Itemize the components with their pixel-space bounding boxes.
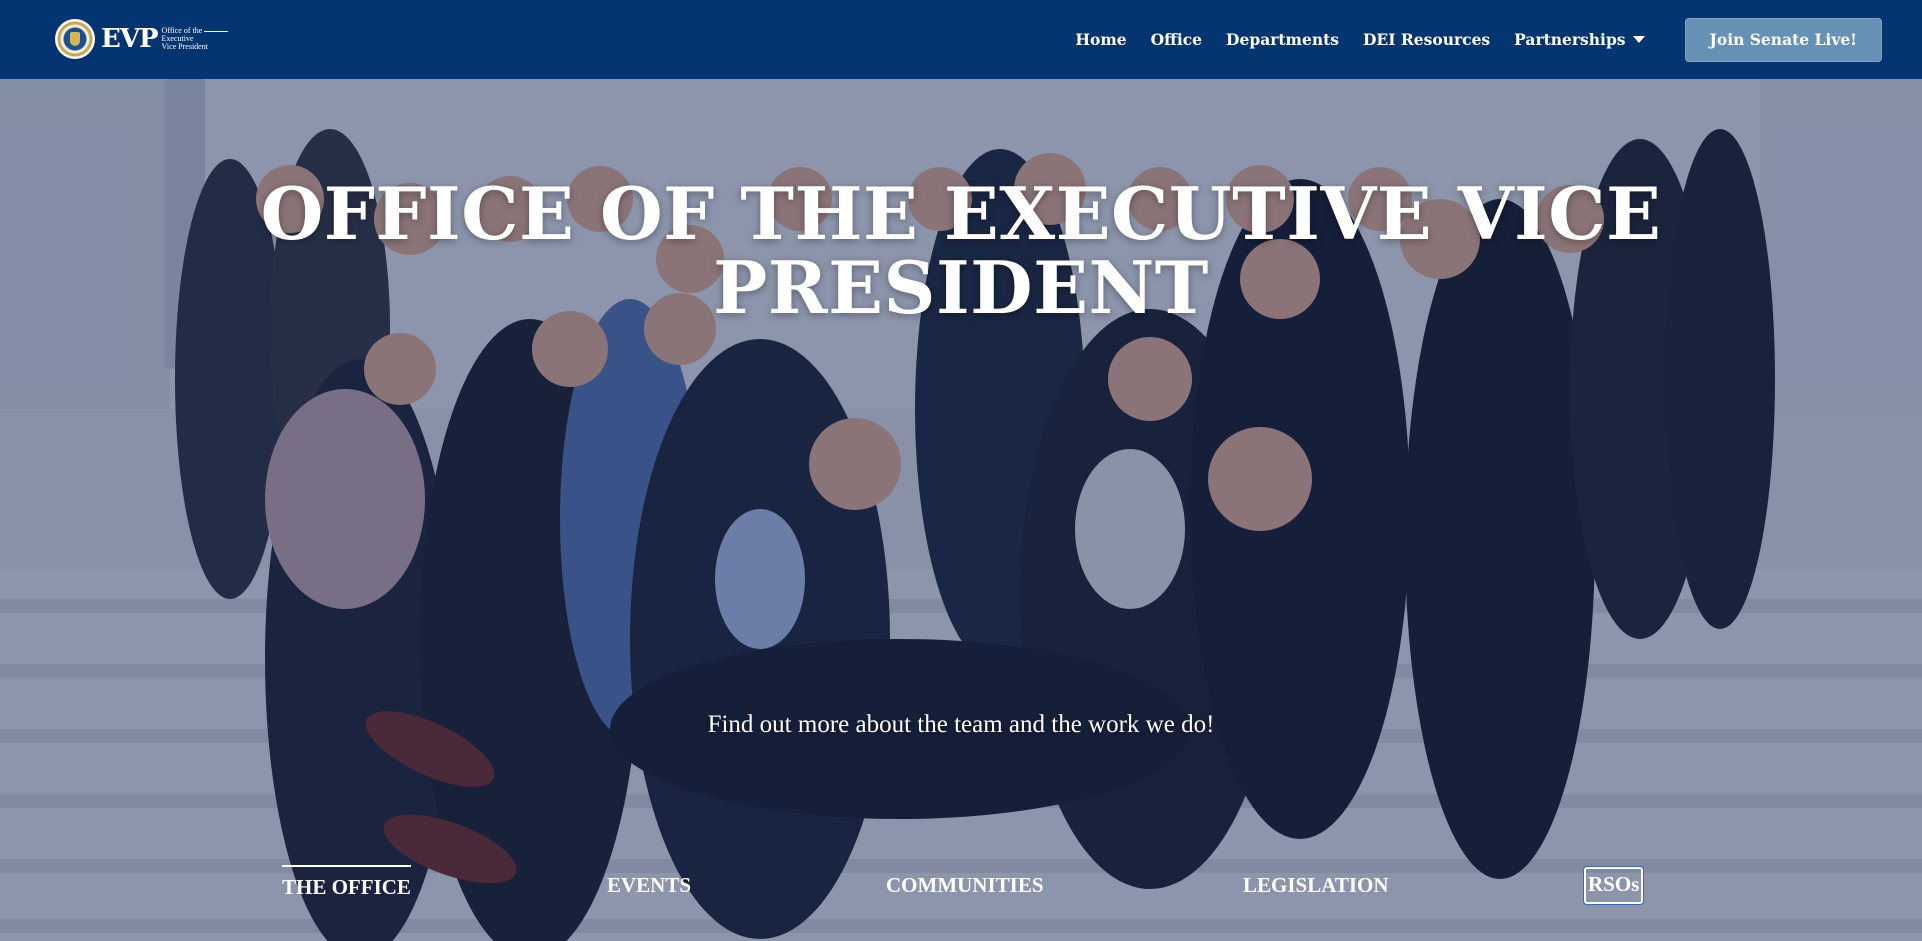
section-tabs: THE OFFICE EVENTS COMMUNITIES LEGISLATIO… <box>0 865 1922 925</box>
nav-office[interactable]: Office <box>1151 30 1202 49</box>
hero-section: OFFICE OF THE EXECUTIVE VICE PRESIDENT F… <box>0 79 1922 941</box>
nav-departments[interactable]: Departments <box>1226 30 1339 49</box>
tab-communities[interactable]: COMMUNITIES <box>886 865 1044 898</box>
seal-icon <box>55 19 95 59</box>
tab-the-office[interactable]: THE OFFICE <box>282 865 411 900</box>
tab-rsos[interactable]: RSOs <box>1582 866 1645 905</box>
hero-subtitle: Find out more about the team and the wor… <box>707 711 1215 738</box>
main-nav: Home Office Departments DEI Resources Pa… <box>1075 0 1922 79</box>
evp-logo[interactable]: EVP Office of the Executive Vice Preside… <box>55 18 229 60</box>
site-header: EVP Office of the Executive Vice Preside… <box>0 0 1922 79</box>
nav-dei-resources[interactable]: DEI Resources <box>1363 30 1490 49</box>
nav-home[interactable]: Home <box>1075 30 1126 49</box>
nav-partnerships[interactable]: Partnerships <box>1514 30 1645 49</box>
hero-title: OFFICE OF THE EXECUTIVE VICE PRESIDENT <box>0 177 1922 325</box>
logo-sub-line-3: Vice President <box>161 42 208 51</box>
nav-partnerships-label: Partnerships <box>1514 30 1626 49</box>
logo-evp-text: EVP <box>101 24 159 54</box>
tab-legislation[interactable]: LEGISLATION <box>1243 865 1389 898</box>
hero-title-line-2: PRESIDENT <box>713 245 1209 330</box>
logo-subtitle: Office of the Executive Vice President <box>162 27 229 51</box>
hero-title-line-1: OFFICE OF THE EXECUTIVE VICE <box>260 171 1662 256</box>
tab-events[interactable]: EVENTS <box>607 865 691 898</box>
join-senate-live-button[interactable]: Join Senate Live! <box>1684 17 1882 62</box>
chevron-down-icon <box>1632 36 1645 43</box>
